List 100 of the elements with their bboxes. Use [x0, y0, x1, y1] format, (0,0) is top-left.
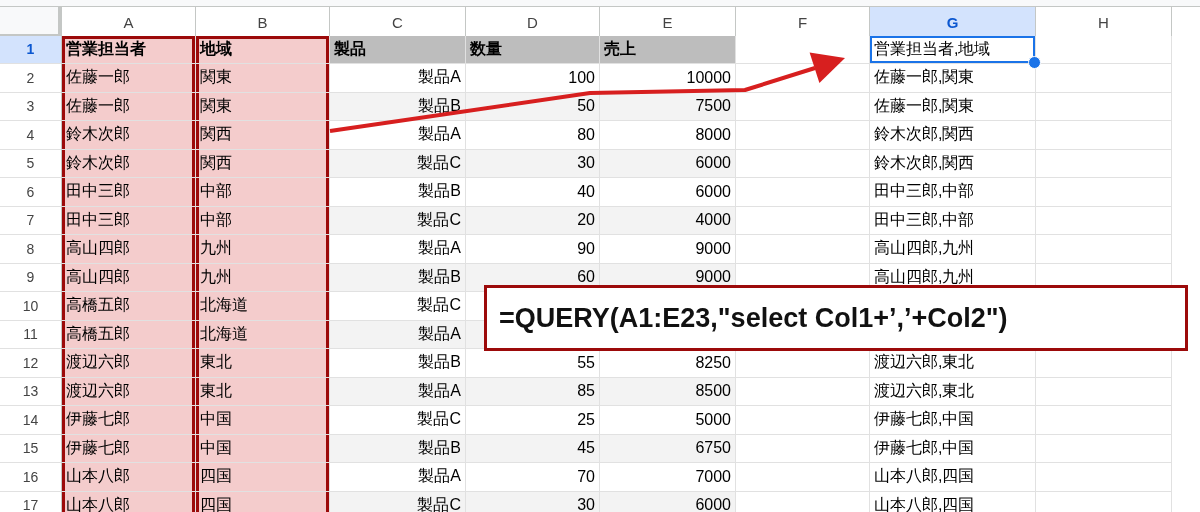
row-number[interactable]: 10: [0, 292, 62, 321]
table-cell: 田中三郎,中部: [870, 206, 1036, 235]
table-cell: 製品A: [330, 64, 466, 93]
table-cell: 6750: [600, 434, 736, 463]
row-number[interactable]: 15: [0, 434, 62, 463]
table-cell: 北海道: [196, 320, 330, 349]
table-cell: 鈴木次郎: [62, 121, 196, 150]
table-cell: 30: [466, 491, 600, 512]
table-cell: 営業担当者: [62, 35, 196, 64]
table-cell: 6000: [600, 491, 736, 512]
table-cell: 伊藤七郎: [62, 406, 196, 435]
table-cell: 9000: [600, 235, 736, 264]
row-number[interactable]: 4: [0, 121, 62, 150]
table-cell: 東北: [196, 377, 330, 406]
table-cell: 山本八郎: [62, 491, 196, 512]
row-number[interactable]: 8: [0, 235, 62, 264]
table-cell: 5000: [600, 406, 736, 435]
table-cell: 高橋五郎: [62, 292, 196, 321]
table-cell: 製品C: [330, 149, 466, 178]
table-cell: 佐藤一郎: [62, 92, 196, 121]
table-cell: 45: [466, 434, 600, 463]
table-cell: 渡辺六郎: [62, 349, 196, 378]
table-cell: 25: [466, 406, 600, 435]
table-cell: 高橋五郎: [62, 320, 196, 349]
table-cell: 6000: [600, 178, 736, 207]
table-cell: 渡辺六郎,東北: [870, 349, 1036, 378]
table-cell: 中部: [196, 206, 330, 235]
table-cell: 高山四郎: [62, 263, 196, 292]
row-number[interactable]: 16: [0, 463, 62, 492]
table-cell: 四国: [196, 491, 330, 512]
row-number[interactable]: 12: [0, 349, 62, 378]
row-number[interactable]: 6: [0, 178, 62, 207]
table-cell: 田中三郎,中部: [870, 178, 1036, 207]
table-cell: 売上: [600, 35, 736, 64]
table-cell: 製品A: [330, 463, 466, 492]
table-cell: 中国: [196, 434, 330, 463]
row-number[interactable]: 14: [0, 406, 62, 435]
table-cell: 地域: [196, 35, 330, 64]
table-cell: 佐藤一郎,関東: [870, 92, 1036, 121]
table-cell: 100: [466, 64, 600, 93]
table-cell: 製品C: [330, 406, 466, 435]
table-cell: 山本八郎: [62, 463, 196, 492]
table-cell: 製品B: [330, 434, 466, 463]
table-cell: 鈴木次郎,関西: [870, 149, 1036, 178]
table-cell: 8250: [600, 349, 736, 378]
row-number[interactable]: 13: [0, 377, 62, 406]
table-cell: 製品A: [330, 320, 466, 349]
table-cell: 8500: [600, 377, 736, 406]
table-cell: 製品C: [330, 292, 466, 321]
table-cell: 関東: [196, 92, 330, 121]
table-cell: 渡辺六郎,東北: [870, 377, 1036, 406]
table-cell: 製品B: [330, 178, 466, 207]
table-cell: 製品B: [330, 263, 466, 292]
table-cell: 中部: [196, 178, 330, 207]
table-cell: 40: [466, 178, 600, 207]
table-cell: 70: [466, 463, 600, 492]
table-cell: 数量: [466, 35, 600, 64]
table-cell: 渡辺六郎: [62, 377, 196, 406]
table-cell: 製品: [330, 35, 466, 64]
table-cell: 伊藤七郎,中国: [870, 406, 1036, 435]
table-cell: 30: [466, 149, 600, 178]
table-cell: 九州: [196, 235, 330, 264]
table-cell: 鈴木次郎: [62, 149, 196, 178]
table-cell: 関西: [196, 149, 330, 178]
table-cell: 高山四郎: [62, 235, 196, 264]
row-number[interactable]: 5: [0, 149, 62, 178]
table-cell: 85: [466, 377, 600, 406]
row-number[interactable]: 2: [0, 64, 62, 93]
formula-callout: =QUERY(A1:E23,"select Col1+’,’+Col2"): [484, 285, 1188, 351]
table-cell: 中国: [196, 406, 330, 435]
table-cell: 佐藤一郎: [62, 64, 196, 93]
table-cell: 4000: [600, 206, 736, 235]
table-cell: 20: [466, 206, 600, 235]
table-cell: 7500: [600, 92, 736, 121]
table-cell: 製品A: [330, 235, 466, 264]
table-cell: 山本八郎,四国: [870, 463, 1036, 492]
row-number[interactable]: 11: [0, 320, 62, 349]
table-cell: 四国: [196, 463, 330, 492]
row-number[interactable]: 3: [0, 92, 62, 121]
table-cell: 田中三郎: [62, 178, 196, 207]
table-cell: 8000: [600, 121, 736, 150]
table-cell: 製品C: [330, 206, 466, 235]
table-cell: 製品B: [330, 349, 466, 378]
table-cell: 製品A: [330, 121, 466, 150]
table-cell: 製品A: [330, 377, 466, 406]
table-cell: 55: [466, 349, 600, 378]
table-cell: 鈴木次郎,関西: [870, 121, 1036, 150]
row-number[interactable]: 9: [0, 263, 62, 292]
table-cell: 伊藤七郎: [62, 434, 196, 463]
table-cell: 90: [466, 235, 600, 264]
table-cell: 7000: [600, 463, 736, 492]
column-header[interactable]: G: [870, 7, 1036, 38]
table-cell: 東北: [196, 349, 330, 378]
table-cell: 関西: [196, 121, 330, 150]
table-cell: 北海道: [196, 292, 330, 321]
table-cell: 田中三郎: [62, 206, 196, 235]
row-number[interactable]: 1: [0, 35, 62, 64]
table-cell: 80: [466, 121, 600, 150]
table-cell: 6000: [600, 149, 736, 178]
row-number[interactable]: 7: [0, 206, 62, 235]
